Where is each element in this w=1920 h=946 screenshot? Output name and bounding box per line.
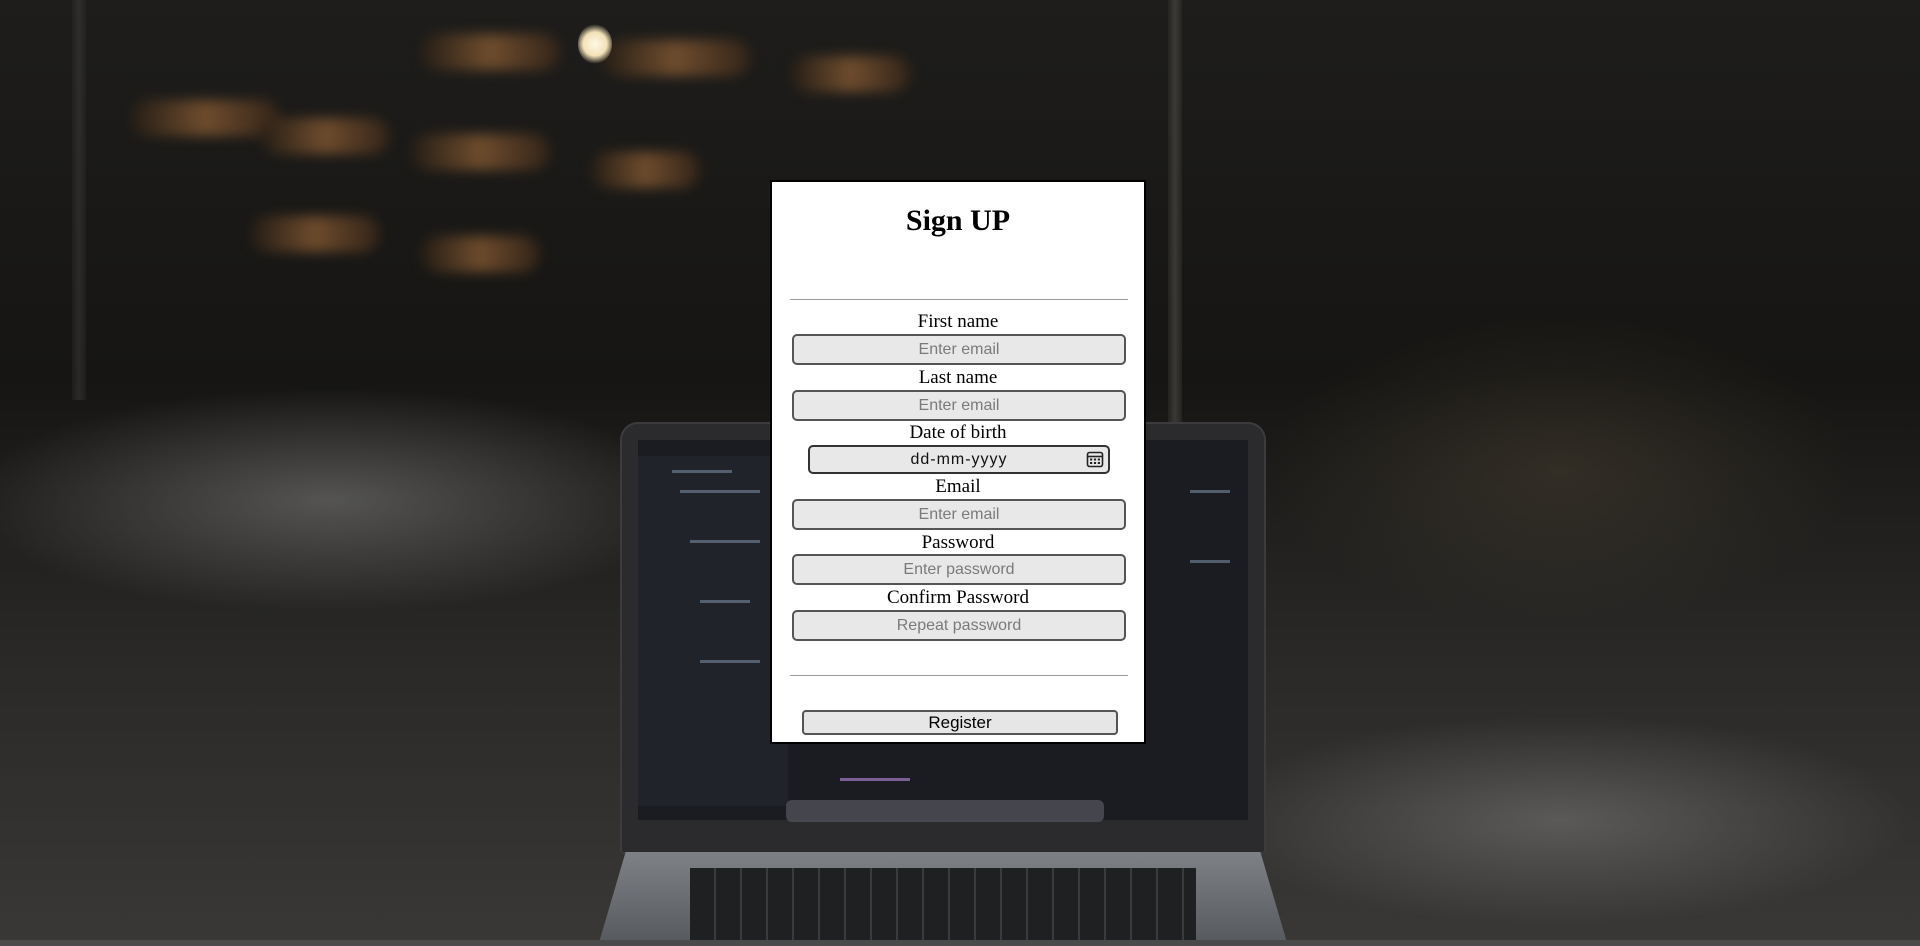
background-code-line (680, 490, 760, 493)
background-keyboard (690, 868, 1196, 946)
background-window-light (420, 236, 540, 272)
form-title: Sign UP (905, 204, 1011, 237)
background-pole (72, 0, 86, 400)
background-window-light (410, 134, 550, 170)
bottom-divider (790, 675, 1128, 676)
confirm-password-label: Confirm Password (887, 587, 1029, 608)
background-code-line (672, 470, 732, 473)
background-window-light (790, 56, 910, 92)
background-code-line (700, 600, 750, 603)
background-window-light (260, 118, 390, 154)
email-input[interactable] (792, 499, 1126, 530)
calendar-icon[interactable] (1086, 450, 1104, 468)
last-name-label: Last name (918, 367, 998, 388)
background-code-line (1190, 560, 1230, 563)
background-window-light (590, 152, 700, 188)
register-button[interactable]: Register (802, 710, 1118, 735)
first-name-label: First name (917, 311, 999, 332)
background-code-line (690, 540, 760, 543)
background-code-line (840, 778, 910, 781)
date-of-birth-input[interactable]: dd-mm-yyyy (808, 445, 1110, 474)
password-input[interactable] (792, 554, 1126, 585)
background-window-light (420, 34, 560, 70)
first-name-input[interactable] (792, 334, 1126, 365)
confirm-password-input[interactable] (792, 610, 1126, 641)
date-of-birth-placeholder: dd-mm-yyyy (910, 451, 1008, 468)
background-window-light (130, 100, 280, 136)
background-window-light (250, 216, 380, 252)
last-name-input[interactable] (792, 390, 1126, 421)
background-screen-sidebar (638, 456, 788, 806)
background-code-line (700, 660, 760, 663)
email-label: Email (935, 476, 981, 497)
password-label: Password (921, 532, 995, 553)
date-of-birth-label: Date of birth (909, 422, 1007, 443)
background-dock (786, 800, 1104, 822)
top-divider (790, 299, 1128, 300)
background-window-light (600, 40, 750, 76)
background-pole (1168, 0, 1182, 430)
background-code-line (1190, 490, 1230, 493)
signup-form: Sign UP First name Last name Date of bir… (770, 180, 1146, 744)
background-lamp (578, 24, 612, 64)
background-bottom-edge (0, 940, 1920, 946)
